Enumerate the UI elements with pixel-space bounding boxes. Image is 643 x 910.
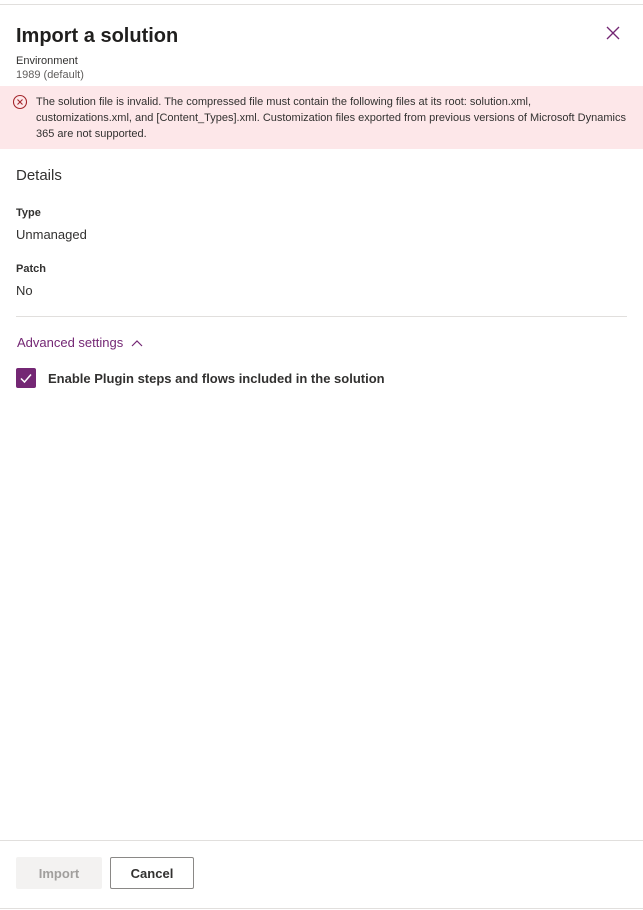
environment-value: 1989 (default) — [16, 69, 84, 81]
type-value: Unmanaged — [16, 227, 87, 242]
section-divider — [16, 316, 627, 317]
chevron-up-icon — [131, 339, 143, 346]
patch-label: Patch — [16, 263, 46, 275]
enable-plugin-steps-checkbox[interactable] — [16, 368, 36, 388]
patch-value: No — [16, 283, 33, 298]
error-message-text: The solution file is invalid. The compre… — [36, 96, 626, 140]
panel-title: Import a solution — [16, 25, 179, 47]
enable-plugin-steps-label: Enable Plugin steps and flows included i… — [48, 370, 385, 386]
close-icon — [606, 26, 620, 40]
checkmark-icon — [20, 374, 32, 384]
environment-label: Environment — [16, 55, 78, 67]
import-button[interactable]: Import — [16, 857, 102, 889]
type-label: Type — [16, 207, 41, 219]
error-circle-icon — [12, 94, 28, 110]
error-message-bar: The solution file is invalid. The compre… — [0, 86, 643, 149]
advanced-settings-label: Advanced settings — [17, 335, 124, 350]
cancel-button[interactable]: Cancel — [110, 857, 194, 889]
details-heading: Details — [16, 167, 62, 184]
close-button[interactable] — [605, 25, 621, 41]
import-solution-panel: Import a solution Environment 1989 (defa… — [0, 4, 643, 909]
advanced-settings-toggle[interactable]: Advanced settings — [17, 335, 143, 350]
footer-divider — [0, 840, 643, 841]
panel-header: Import a solution Environment 1989 (defa… — [16, 23, 627, 82]
enable-plugin-steps-row: Enable Plugin steps and flows included i… — [16, 368, 385, 388]
